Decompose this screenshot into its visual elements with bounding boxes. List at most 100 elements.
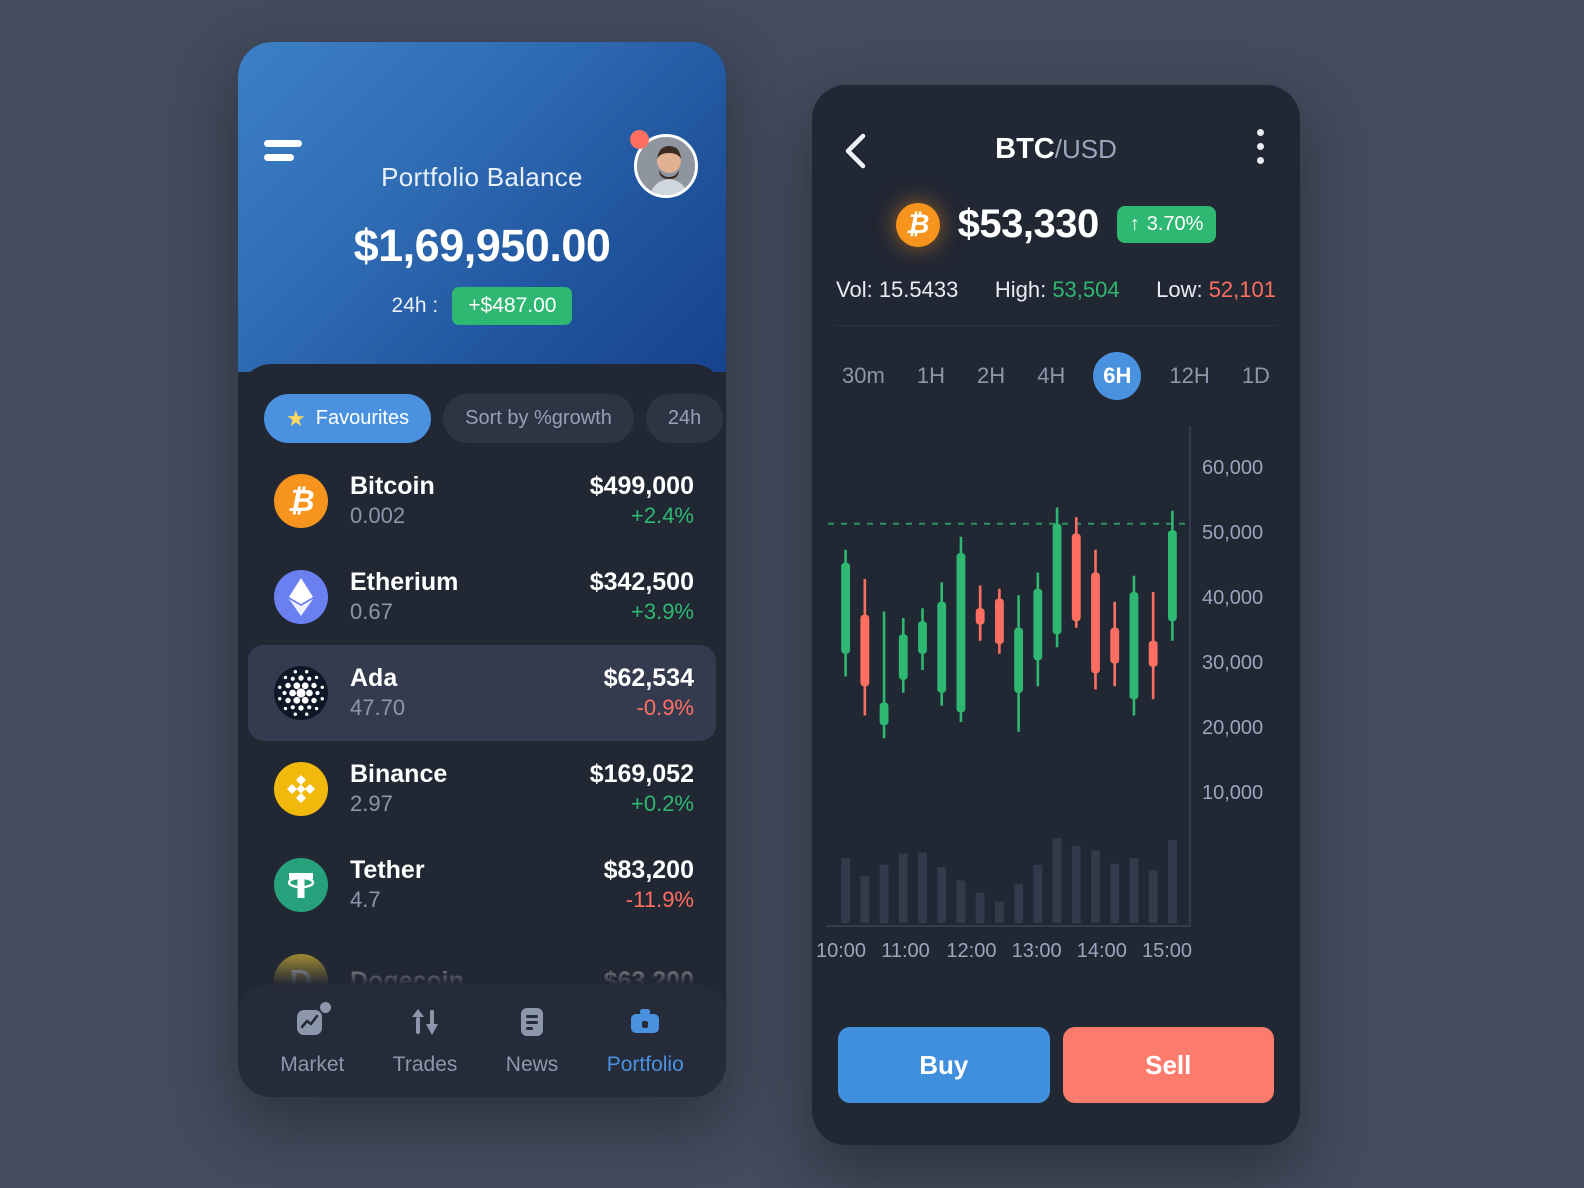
binance-icon bbox=[274, 762, 328, 816]
briefcase-icon bbox=[628, 1005, 662, 1044]
stat-high: High: 53,504 bbox=[995, 277, 1120, 303]
price-change-value: 3.70% bbox=[1146, 213, 1204, 235]
candle-body bbox=[975, 608, 985, 625]
coin-change: -0.9% bbox=[636, 694, 694, 720]
coin-info: Etherium 0.67 bbox=[350, 568, 590, 626]
stat-value: 53,504 bbox=[1052, 277, 1120, 302]
coin-price: $499,000 bbox=[589, 471, 694, 500]
y-axis-tick: 60,000 bbox=[1202, 456, 1264, 479]
change-label: 24h : bbox=[391, 294, 439, 317]
filter-chip-sort-by-growth[interactable]: Sort by %growth bbox=[443, 394, 634, 443]
buy-button[interactable]: Buy bbox=[838, 1027, 1050, 1103]
candle-body bbox=[1033, 588, 1043, 661]
timeframe-1d[interactable]: 1D bbox=[1238, 357, 1274, 395]
candle-body bbox=[1071, 533, 1081, 622]
price-chart: 60,000 50,000 40,000 30,000 20,000 10,000 10:0… bbox=[812, 426, 1300, 966]
coin-row-tether[interactable]: Tether 4.7 $83,200 -11.9% bbox=[248, 837, 716, 933]
tab-label: Market bbox=[280, 1053, 345, 1076]
coin-name: Tether bbox=[350, 855, 425, 884]
candle-body bbox=[841, 562, 851, 654]
coin-values: $499,000 +2.4% bbox=[590, 472, 694, 530]
volume-bar bbox=[918, 852, 927, 923]
tab-market[interactable]: Market bbox=[280, 1002, 345, 1077]
timeframe-6h[interactable]: 6H bbox=[1093, 352, 1142, 400]
candle-body bbox=[1091, 572, 1100, 674]
y-axis-tick: 20,000 bbox=[1202, 716, 1264, 739]
volume-bar bbox=[1129, 858, 1139, 923]
more-vertical-icon[interactable] bbox=[1257, 129, 1264, 171]
star-icon: ★ bbox=[286, 405, 306, 431]
volume-bar bbox=[1014, 883, 1024, 923]
volume-bar bbox=[860, 876, 870, 923]
tab-label: Trades bbox=[392, 1053, 458, 1076]
cardano-icon bbox=[274, 666, 328, 720]
coin-row-etherium[interactable]: Etherium 0.67 $342,500 +3.9% bbox=[248, 549, 716, 645]
timeframe-selector: 30m 1H 2H 4H 6H 12H 1D bbox=[838, 352, 1274, 400]
volume-bar bbox=[879, 864, 889, 923]
coin-row-binance[interactable]: Binance 2.97 $169,052 +0.2% bbox=[248, 741, 716, 837]
candle-body bbox=[956, 553, 966, 713]
candlestick-chart-svg bbox=[826, 426, 1191, 927]
volume-bar bbox=[937, 867, 947, 923]
coin-row-bitcoin[interactable]: ₿ Bitcoin 0.002 $499,000 +2.4% bbox=[248, 453, 716, 549]
balance-label: Portfolio Balance bbox=[381, 162, 583, 192]
x-axis-tick: 13:00 bbox=[1011, 940, 1062, 962]
balance-change-row: 24h : +$487.00 bbox=[238, 287, 726, 325]
filter-chip-24h[interactable]: 24h bbox=[645, 394, 724, 443]
volume-bar bbox=[1033, 864, 1043, 923]
stat-value: 52,101 bbox=[1208, 277, 1276, 302]
volume-bar bbox=[1071, 845, 1081, 923]
coin-info: Tether 4.7 bbox=[350, 856, 604, 914]
balance-hero: Portfolio Balance $1,69,950.00 24h : +$4… bbox=[238, 42, 726, 372]
tab-news[interactable]: News bbox=[505, 1005, 559, 1077]
coin-holding: 4.7 bbox=[350, 886, 381, 912]
timeframe-30m[interactable]: 30m bbox=[838, 357, 889, 395]
coin-name: Etherium bbox=[350, 567, 459, 596]
candle-body bbox=[898, 634, 908, 680]
bitcoin-icon: ₿ bbox=[895, 202, 940, 247]
timeframe-1h[interactable]: 1H bbox=[913, 357, 949, 395]
tab-trades[interactable]: Trades bbox=[392, 1005, 458, 1077]
coin-row-ada[interactable]: Ada 47.70 $62,534 -0.9% bbox=[248, 645, 716, 741]
tab-badge-dot bbox=[320, 1002, 332, 1013]
coin-holding: 0.002 bbox=[350, 502, 406, 528]
coin-info: Ada 47.70 bbox=[350, 664, 604, 722]
candle-body bbox=[1167, 530, 1177, 622]
timeframe-2h[interactable]: 2H bbox=[973, 357, 1009, 395]
coin-name: Bitcoin bbox=[350, 471, 435, 500]
volume-bar bbox=[898, 853, 908, 923]
timeframe-12h[interactable]: 12H bbox=[1165, 357, 1213, 395]
pair-title: BTC/USD bbox=[812, 133, 1300, 166]
volume-bar bbox=[1091, 850, 1100, 923]
filter-chip-label: 24h bbox=[667, 407, 702, 429]
coin-values: $342,500 +3.9% bbox=[590, 568, 694, 626]
notification-dot bbox=[630, 130, 649, 149]
document-icon bbox=[515, 1005, 549, 1044]
market-stats: Vol: 15.5433 High: 53,504 Low: 52,101 bbox=[836, 277, 1276, 326]
coin-detail-screen: BTC/USD ₿ $53,330 ↑ 3.70% Vol: 15.5433 Hi… bbox=[812, 85, 1300, 1145]
price-change-badge: ↑ 3.70% bbox=[1116, 206, 1217, 243]
candle-body bbox=[860, 614, 870, 687]
portfolio-screen: Portfolio Balance $1,69,950.00 24h : +$4… bbox=[238, 42, 726, 1097]
y-axis-tick: 50,000 bbox=[1202, 521, 1264, 544]
candle-body bbox=[918, 621, 927, 654]
coin-price: $342,500 bbox=[589, 567, 694, 596]
sell-button[interactable]: Sell bbox=[1062, 1027, 1274, 1103]
chart-square-icon bbox=[295, 1002, 332, 1044]
tab-label: News bbox=[505, 1053, 559, 1076]
bitcoin-icon: ₿ bbox=[274, 474, 328, 528]
candle-body bbox=[1110, 627, 1120, 664]
volume-bar bbox=[994, 901, 1004, 923]
volume-bar bbox=[975, 892, 985, 923]
filter-chip-favourites[interactable]: ★ Favourites bbox=[264, 394, 432, 443]
coin-change: +2.4% bbox=[631, 502, 694, 528]
candle-body bbox=[1148, 640, 1158, 667]
candle-body bbox=[937, 601, 947, 693]
current-price: $53,330 bbox=[957, 202, 1100, 246]
filter-chip-row: ★ Favourites Sort by %growth 24h bbox=[238, 364, 726, 443]
timeframe-4h[interactable]: 4H bbox=[1033, 357, 1069, 395]
candle-body bbox=[1052, 523, 1062, 635]
y-axis-tick: 40,000 bbox=[1202, 586, 1264, 609]
tab-portfolio[interactable]: Portfolio bbox=[607, 1005, 684, 1077]
ethereum-icon bbox=[274, 570, 328, 624]
